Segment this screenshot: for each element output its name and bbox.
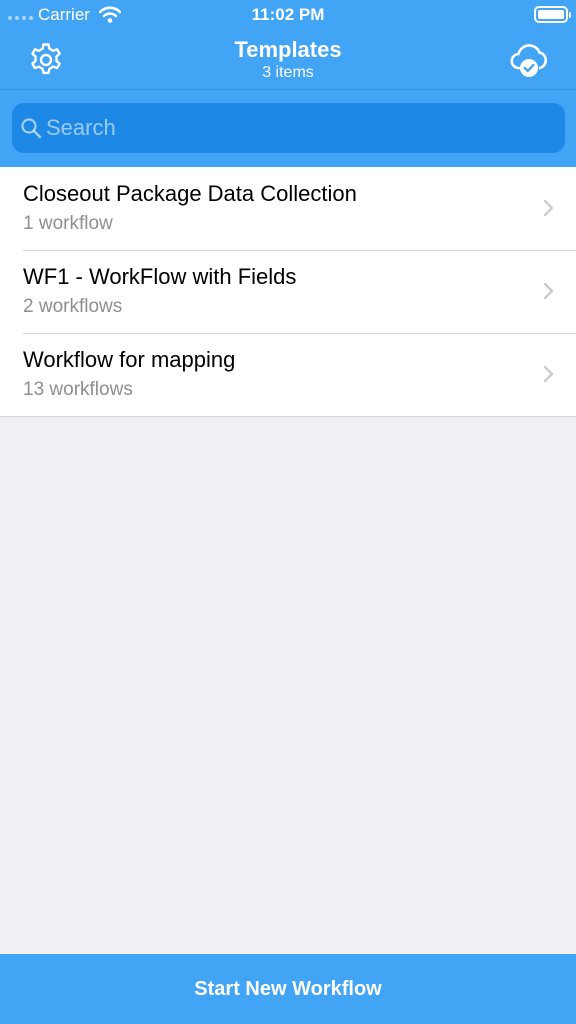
list-item[interactable]: Workflow for mapping 13 workflows (0, 333, 576, 416)
templates-screen: Carrier 11:02 PM Templates 3 items Searc… (0, 0, 576, 1024)
nav-divider (0, 89, 576, 90)
start-new-workflow-button[interactable]: Start New Workflow (0, 954, 576, 1024)
list-item-subtitle: 2 workflows (23, 296, 123, 317)
chevron-right-icon (543, 282, 554, 300)
item-count: 3 items (262, 64, 314, 81)
search-icon (21, 118, 42, 139)
status-time: 11:02 PM (251, 5, 325, 24)
list-item-subtitle: 13 workflows (23, 379, 133, 400)
list-item-title: Workflow for mapping (23, 347, 236, 372)
chevron-right-icon (543, 365, 554, 383)
chevron-right-icon (543, 199, 554, 217)
cloud-check-icon[interactable] (509, 41, 549, 79)
page-title: Templates (234, 37, 342, 62)
search-input[interactable] (46, 103, 546, 153)
list-item-title: Closeout Package Data Collection (23, 181, 357, 206)
battery-icon (534, 6, 571, 23)
list-item-title: WF1 - WorkFlow with Fields (23, 264, 297, 289)
list-item-subtitle: 1 workflow (23, 213, 113, 234)
list-item[interactable]: Closeout Package Data Collection 1 workf… (0, 167, 576, 250)
search-bar[interactable] (12, 103, 565, 153)
templates-list: Closeout Package Data Collection 1 workf… (0, 167, 576, 417)
navigation-bar: Templates 3 items (0, 30, 576, 90)
list-item[interactable]: WF1 - WorkFlow with Fields 2 workflows (0, 250, 576, 333)
status-bar: Carrier 11:02 PM (0, 0, 576, 30)
header-area: Carrier 11:02 PM Templates 3 items (0, 0, 576, 167)
